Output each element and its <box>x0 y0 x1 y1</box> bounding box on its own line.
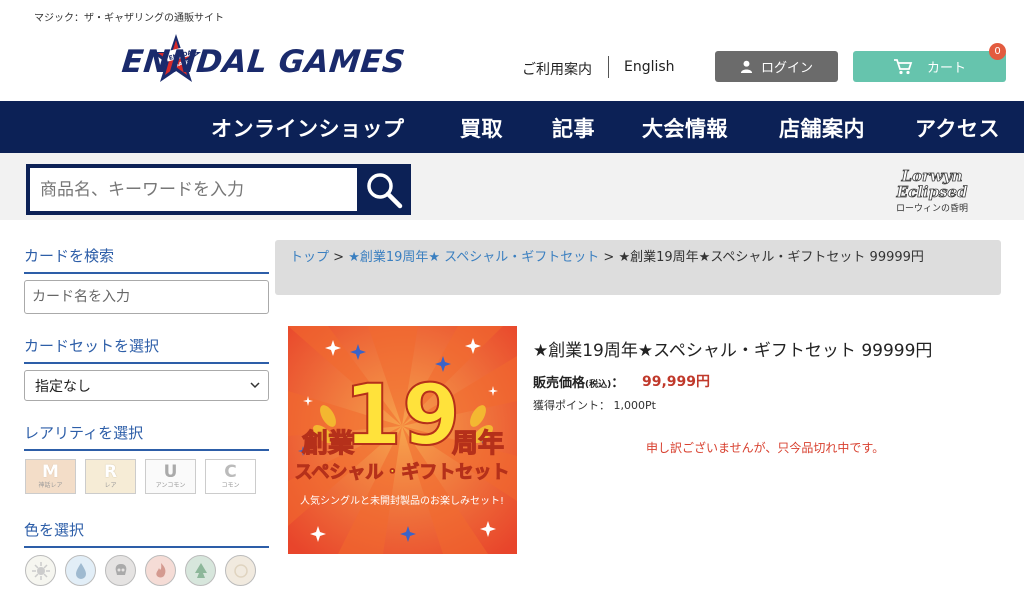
search-button[interactable] <box>361 168 407 211</box>
logo-text[interactable]: ENNDAL GAMES <box>120 44 407 80</box>
tagline: マジック：ザ・ギャザリングの通販サイト <box>34 13 224 24</box>
banner-subtitle: ローウィンの昏明 <box>896 202 968 214</box>
rarity-common-button[interactable]: C コモン <box>205 459 256 494</box>
rarity-rare-button[interactable]: R レア <box>85 459 136 494</box>
product-image[interactable]: 19 創業 周年 スペシャル・ギフトセット 人気シングルと未開封製品のお楽しみセ… <box>288 326 517 554</box>
login-button[interactable]: ログイン <box>715 51 838 82</box>
color-heading: 色を選択 <box>24 519 269 548</box>
english-link[interactable]: English <box>624 59 675 75</box>
nav-item-store-info[interactable]: 店舗案内 <box>779 113 865 143</box>
cart-icon <box>893 59 913 75</box>
image-number: 19 <box>344 366 461 464</box>
cart-count-badge: 0 <box>989 43 1006 60</box>
red-mana-icon[interactable] <box>145 555 176 586</box>
cart-label: カート <box>926 61 966 76</box>
search-icon <box>367 172 403 208</box>
soldout-message: 申し訳ございませんが、只今品切れ中です。 <box>646 441 885 455</box>
breadcrumb-top-link[interactable]: トップ <box>290 250 329 265</box>
nav-item-access[interactable]: アクセス <box>915 113 1000 143</box>
image-line1b: 周年 <box>452 428 504 459</box>
lorwyn-eclipsed-banner[interactable]: Lorwyn Eclipsed ローウィンの昏明 <box>888 163 976 217</box>
chevron-down-icon <box>250 382 260 389</box>
cart-button[interactable]: カート <box>853 51 1006 82</box>
image-line1: 創業 <box>302 429 354 459</box>
colorless-mana-icon[interactable] <box>225 555 256 586</box>
login-label: ログイン <box>760 61 813 76</box>
nav-item-online-shop[interactable]: オンラインショップ <box>211 113 405 143</box>
rarity-heading: レアリティを選択 <box>24 422 269 451</box>
card-search-heading: カードを検索 <box>24 245 269 274</box>
rarity-uncommon-button[interactable]: U アンコモン <box>145 459 196 494</box>
main-nav: オンラインショップ 買取 記事 大会情報 店舗案内 アクセス <box>0 101 1024 153</box>
blue-mana-icon[interactable] <box>65 555 96 586</box>
breadcrumb-current: ★創業19周年★スペシャル・ギフトセット 99999円 <box>618 250 924 265</box>
nav-item-articles[interactable]: 記事 <box>552 113 595 143</box>
guide-link[interactable]: ご利用案内 <box>522 59 592 79</box>
price-value: 99,999円 <box>642 374 711 390</box>
card-set-select[interactable]: 指定なし <box>24 370 269 401</box>
card-set-selected: 指定なし <box>35 378 91 395</box>
nav-item-buyback[interactable]: 買取 <box>460 113 503 143</box>
image-line3: 人気シングルと未開封製品のお楽しみセット! <box>300 494 504 507</box>
price-label: 販売価格(税込)： <box>533 376 625 391</box>
search-input[interactable] <box>30 168 357 211</box>
header-divider <box>608 56 609 78</box>
user-icon <box>740 60 753 73</box>
green-mana-icon[interactable] <box>185 555 216 586</box>
nav-item-tournaments[interactable]: 大会情報 <box>642 113 728 143</box>
points-info: 獲得ポイント： 1,000Pt <box>533 399 656 412</box>
white-mana-icon[interactable] <box>25 555 56 586</box>
image-line2: スペシャル・ギフトセット <box>295 462 510 483</box>
rarity-mythic-button[interactable]: M 神話レア <box>25 459 76 494</box>
card-name-input[interactable] <box>24 280 269 314</box>
breadcrumb-category-link[interactable]: ★創業19周年★ スペシャル・ギフトセット <box>348 250 599 265</box>
black-mana-icon[interactable] <box>105 555 136 586</box>
breadcrumb: トップ > ★創業19周年★ スペシャル・ギフトセット > ★創業19周年★スペ… <box>275 240 1001 295</box>
card-set-heading: カードセットを選択 <box>24 335 269 364</box>
svg-text:Eclipsed: Eclipsed <box>896 183 968 201</box>
product-title: ★創業19周年★スペシャル・ギフトセット 99999円 <box>533 341 933 361</box>
